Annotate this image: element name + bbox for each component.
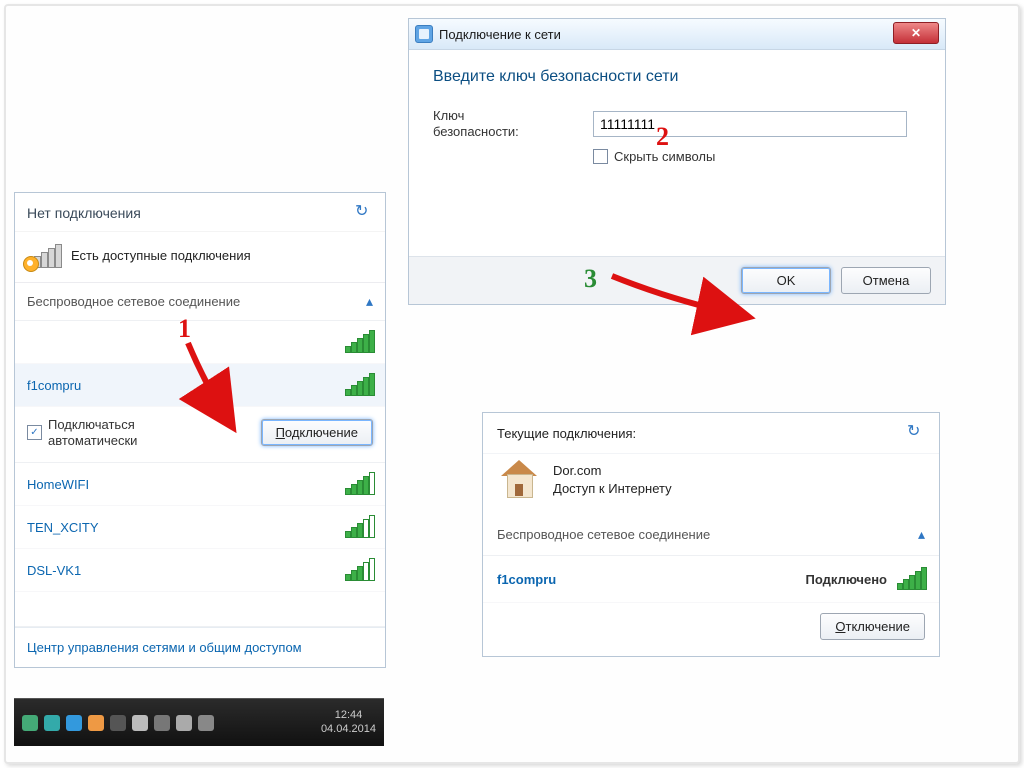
tray-icon[interactable]	[176, 715, 192, 731]
tray-icon[interactable]	[88, 715, 104, 731]
dialog-buttons: OK Отмена	[409, 256, 945, 304]
canvas: Нет подключения Есть доступные подключен…	[4, 4, 1020, 764]
current-title: Текущие подключения:	[497, 426, 636, 441]
network-name: HomeWIFI	[27, 477, 89, 492]
disconnect-row: Отключение	[483, 603, 939, 656]
tray-icon[interactable]	[154, 715, 170, 731]
network-item[interactable]: TEN_XCITY	[15, 506, 385, 549]
wireless-section-header[interactable]: Беспроводное сетевое соединение ▴	[483, 514, 939, 556]
tray-icon[interactable]	[198, 715, 214, 731]
dialog-heading: Введите ключ безопасности сети	[433, 68, 921, 86]
connect-row: ✓ Подключаться автоматически Подключение	[15, 407, 385, 463]
signal-icon	[345, 559, 373, 581]
auto-connect-label: Подключаться автоматически	[48, 417, 158, 448]
current-network-name: Dor.com	[553, 462, 672, 480]
tray-icons	[22, 715, 214, 731]
signal-icon	[345, 516, 373, 538]
security-key-input[interactable]	[593, 111, 907, 137]
spacer	[15, 592, 385, 627]
chevron-up-icon: ▴	[366, 293, 373, 310]
signal-none-icon	[27, 242, 61, 268]
annotation-number-3: 3	[584, 264, 597, 294]
network-item[interactable]: DSL-VK1	[15, 549, 385, 592]
tray-icon[interactable]	[132, 715, 148, 731]
internet-access-label: Доступ к Интернету	[553, 480, 672, 498]
connect-button[interactable]: Подключение	[261, 419, 373, 446]
annotation-number-2: 2	[656, 122, 669, 152]
close-button[interactable]: ✕	[893, 22, 939, 44]
network-flyout-panel: Нет подключения Есть доступные подключен…	[14, 192, 386, 668]
no-connection-label: Нет подключения	[27, 205, 141, 221]
current-connections-panel: Текущие подключения: Dor.com Доступ к Ин…	[482, 412, 940, 657]
network-item[interactable]	[15, 321, 385, 364]
refresh-icon[interactable]	[353, 203, 373, 223]
key-field-row: Ключ безопасности:	[433, 108, 921, 141]
connected-status: Подключено	[806, 572, 887, 587]
disconnect-button[interactable]: Отключение	[820, 613, 925, 640]
tray-icon[interactable]	[44, 715, 60, 731]
flyout-footer: Центр управления сетями и общим доступом	[15, 627, 385, 667]
connected-network-name: f1compru	[497, 572, 556, 587]
wireless-section-label: Беспроводное сетевое соединение	[27, 294, 240, 309]
network-item-selected[interactable]: f1compru	[15, 364, 385, 407]
cancel-button[interactable]: Отмена	[841, 267, 931, 294]
wireless-section-label: Беспроводное сетевое соединение	[497, 527, 710, 542]
hide-symbols-checkbox[interactable]: Скрыть символы	[593, 149, 921, 164]
key-label: Ключ безопасности:	[433, 108, 553, 141]
home-network-icon	[497, 460, 541, 500]
tray-icon[interactable]	[66, 715, 82, 731]
checkbox-icon	[593, 149, 608, 164]
taskbar: 12:44 04.04.2014	[14, 698, 384, 746]
network-name: TEN_XCITY	[27, 520, 99, 535]
signal-icon	[345, 473, 373, 495]
chevron-up-icon: ▴	[918, 526, 925, 543]
taskbar-date: 04.04.2014	[321, 723, 376, 736]
dialog-body: Введите ключ безопасности сети Ключ безо…	[409, 50, 945, 256]
tray-icon[interactable]	[110, 715, 126, 731]
signal-icon	[345, 374, 373, 396]
security-key-dialog: Подключение к сети ✕ Введите ключ безопа…	[408, 18, 946, 305]
wireless-section-header[interactable]: Беспроводное сетевое соединение ▴	[15, 283, 385, 321]
checkbox-icon: ✓	[27, 425, 42, 440]
tray-icon[interactable]	[22, 715, 38, 731]
signal-icon	[345, 331, 373, 353]
signal-icon	[897, 568, 925, 590]
network-center-link[interactable]: Центр управления сетями и общим доступом	[27, 640, 302, 655]
network-shield-icon	[415, 25, 433, 43]
flyout-header: Нет подключения	[15, 193, 385, 232]
ok-button[interactable]: OK	[741, 267, 831, 294]
current-header: Текущие подключения:	[483, 413, 939, 454]
auto-connect-checkbox[interactable]: ✓ Подключаться автоматически	[27, 417, 158, 448]
dialog-title: Подключение к сети	[439, 27, 561, 42]
connected-network-row[interactable]: f1compru Подключено	[483, 556, 939, 603]
taskbar-clock[interactable]: 12:44 04.04.2014	[321, 709, 376, 735]
refresh-icon[interactable]	[905, 423, 925, 443]
network-name: f1compru	[27, 378, 81, 393]
annotation-number-1: 1	[178, 314, 191, 344]
current-network-info: Dor.com Доступ к Интернету	[483, 454, 939, 514]
network-item[interactable]: HomeWIFI	[15, 463, 385, 506]
taskbar-time: 12:44	[321, 709, 376, 722]
network-name: DSL-VK1	[27, 563, 81, 578]
available-label: Есть доступные подключения	[71, 248, 251, 263]
available-connections-row: Есть доступные подключения	[15, 232, 385, 283]
dialog-titlebar: Подключение к сети ✕	[409, 19, 945, 50]
